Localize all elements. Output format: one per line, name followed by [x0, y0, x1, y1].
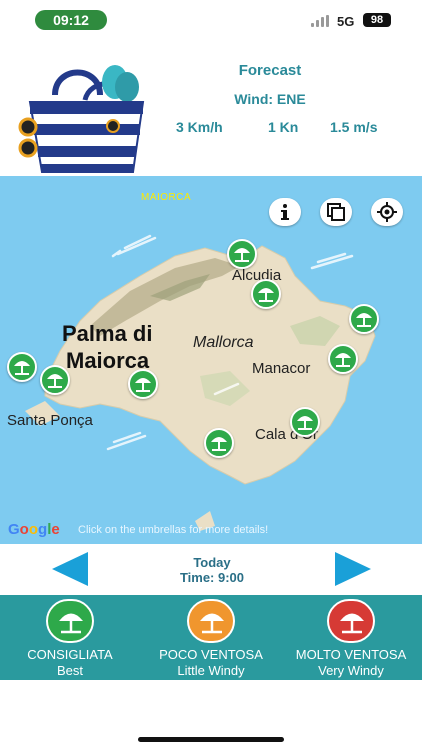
locate-button[interactable] — [371, 198, 403, 226]
legend-label-en: Best — [56, 663, 83, 678]
map-view[interactable]: MAIORCA Palma di Maiorca Mallorca Alcudi… — [0, 176, 422, 544]
umbrella-icon — [211, 437, 227, 451]
wind-speed-kn: 1 Kn — [268, 119, 299, 135]
beach-bag-icon — [18, 65, 145, 173]
legend-item-little-windy: POCO VENTOSA Little Windy — [141, 595, 281, 680]
legend-label-it: CONSIGLIATA — [27, 647, 113, 662]
umbrella-icon — [335, 353, 351, 367]
layers-button[interactable] — [320, 198, 352, 226]
map-label-palma: Palma di — [62, 321, 153, 346]
umbrella-orange-icon — [187, 599, 235, 643]
beach-pin-palma[interactable] — [128, 369, 158, 399]
layers-icon — [327, 203, 345, 221]
umbrella-icon — [135, 378, 151, 392]
umbrella-icon — [258, 288, 274, 302]
umbrella-icon — [356, 313, 372, 327]
legend-label-en: Little Windy — [177, 663, 245, 678]
legend-label-it: MOLTO VENTOSA — [295, 647, 407, 662]
next-arrow-icon[interactable] — [335, 552, 371, 586]
time-navigation: Today Time: 9:00 — [0, 545, 422, 593]
umbrella-icon — [234, 248, 250, 262]
umbrella-red-icon — [327, 599, 375, 643]
umbrella-icon — [297, 416, 313, 430]
legend-label-it: POCO VENTOSA — [159, 647, 263, 662]
beach-pin-cala-dor[interactable] — [290, 407, 320, 437]
umbrella-icon — [47, 374, 63, 388]
info-icon — [281, 204, 289, 220]
legend-label-en: Very Windy — [318, 663, 384, 678]
wind-direction: Wind: ENE — [234, 91, 306, 107]
home-indicator[interactable] — [138, 737, 284, 742]
forecast-title: Forecast — [238, 62, 302, 79]
info-button[interactable] — [269, 198, 301, 226]
day-label: Today — [193, 555, 231, 570]
map-label-santa-ponsa: Santa Ponça — [7, 412, 93, 429]
wind-speed-kmh: 3 Km/h — [176, 119, 223, 135]
beach-pin-alcudia[interactable] — [227, 239, 257, 269]
beach-pin-west-2[interactable] — [40, 365, 70, 395]
time-label: Time: 9:00 — [179, 570, 245, 585]
forecast-header: Forecast Wind: ENE 3 Km/h 1 Kn 1.5 m/s — [0, 40, 422, 175]
signal-icon — [311, 15, 331, 27]
map-hint: Click on the umbrellas for more details! — [78, 524, 269, 536]
legend-item-very-windy: MOLTO VENTOSA Very Windy — [281, 595, 421, 680]
legend-item-best: CONSIGLIATA Best — [0, 595, 140, 680]
map-label-mallorca: Mallorca — [193, 334, 254, 351]
island-map — [25, 234, 376, 531]
beach-pin-west-1[interactable] — [7, 352, 37, 382]
locate-icon — [377, 202, 397, 222]
status-time: 09:12 — [35, 10, 107, 30]
previous-arrow-icon[interactable] — [52, 552, 88, 586]
wind-speed-ms: 1.5 m/s — [330, 119, 378, 135]
network-type: 5G — [337, 14, 355, 29]
umbrella-green-icon — [46, 599, 94, 643]
beach-pin-cala-ratjada[interactable] — [349, 304, 379, 334]
region-label: MAIORCA — [141, 192, 192, 203]
battery-icon: 98 — [363, 13, 391, 27]
legend: CONSIGLIATA Best POCO VENTOSA Little Win… — [0, 595, 422, 680]
status-bar: 09:12 5G 98 — [0, 0, 422, 40]
google-logo: Google — [8, 521, 60, 538]
beach-pin-east[interactable] — [328, 344, 358, 374]
beach-pin-pollensa[interactable] — [251, 279, 281, 309]
map-label-manacor: Manacor — [252, 360, 311, 377]
umbrella-icon — [14, 361, 30, 375]
beach-pin-south[interactable] — [204, 428, 234, 458]
